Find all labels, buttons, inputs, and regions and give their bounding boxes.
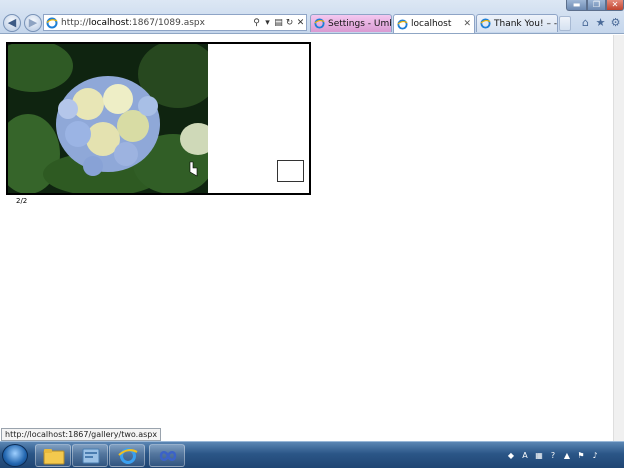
- close-tab-icon[interactable]: ✕: [463, 19, 471, 29]
- stop-icon[interactable]: ✕: [295, 18, 306, 28]
- network-icon[interactable]: ◆: [506, 451, 516, 461]
- ie-page-icon: [480, 18, 491, 29]
- speaker-icon[interactable]: ♪: [590, 451, 600, 461]
- address-bar[interactable]: http://localhost:1867/1089.aspx ⚲ ▾ ▤ ↻ …: [43, 14, 307, 31]
- ie-icon: [118, 448, 138, 464]
- browser-chrome: ▬ ❐ ✕ ◀ ▶ http://localhost:1867/1089.asp…: [0, 0, 624, 34]
- forward-button[interactable]: ▶: [24, 14, 42, 32]
- tab-localhost[interactable]: localhost ✕: [393, 14, 475, 33]
- ie-page-icon: [397, 18, 408, 30]
- taskbar-internet-explorer-button[interactable]: [109, 444, 145, 467]
- keyboard-icon[interactable]: ▦: [534, 451, 544, 461]
- compatibility-view-icon[interactable]: ▤: [273, 18, 284, 28]
- back-button[interactable]: ◀: [3, 14, 21, 32]
- new-tab-button[interactable]: [559, 16, 571, 31]
- page-content: 2/2: [0, 35, 613, 441]
- flag-icon[interactable]: ⚑: [576, 451, 586, 461]
- tab-thank-you[interactable]: Thank You! – -Pik...: [476, 14, 558, 32]
- ie-page-icon: [314, 18, 325, 29]
- taskbar-app-button[interactable]: [149, 444, 185, 467]
- address-url[interactable]: http://localhost:1867/1089.aspx: [61, 18, 251, 28]
- infinity-icon: [159, 451, 177, 461]
- visual-studio-icon: [82, 448, 100, 464]
- favorites-star-icon[interactable]: ★: [594, 16, 607, 29]
- language-icon[interactable]: A: [520, 451, 530, 461]
- minimize-button[interactable]: ▬: [566, 0, 587, 11]
- folder-icon: [43, 449, 65, 465]
- gallery-frame: [6, 42, 311, 195]
- status-link-url: http://localhost:1867/gallery/two.aspx: [1, 428, 162, 441]
- start-button[interactable]: [2, 444, 28, 467]
- hydrangea-photo[interactable]: [8, 44, 208, 193]
- gear-icon[interactable]: ⚙: [609, 16, 622, 29]
- tab-label: localhost: [411, 19, 452, 29]
- taskbar: ◆ A ▦ ? ▲ ⚑ ♪: [0, 441, 624, 468]
- search-icon[interactable]: ⚲: [251, 18, 262, 28]
- taskbar-explorer-button[interactable]: [35, 444, 71, 467]
- refresh-icon[interactable]: ↻: [284, 18, 295, 28]
- tab-settings[interactable]: Settings - Umbra...: [310, 14, 392, 32]
- vertical-scrollbar[interactable]: [613, 35, 624, 441]
- taskbar-visual-studio-button[interactable]: [72, 444, 108, 467]
- arrow-up-icon[interactable]: ▲: [562, 451, 572, 461]
- gallery-thumbnail-box[interactable]: [277, 160, 304, 182]
- system-tray: ◆ A ▦ ? ▲ ⚑ ♪: [506, 447, 622, 465]
- maximize-button[interactable]: ❐: [587, 0, 606, 11]
- help-icon[interactable]: ?: [548, 451, 558, 461]
- chevron-down-icon[interactable]: ▾: [262, 18, 273, 28]
- tab-label: Settings - Umbra...: [328, 18, 391, 29]
- page-counter: 2/2: [16, 197, 28, 205]
- ie-page-icon: [46, 17, 58, 28]
- tab-label: Thank You! – -Pik...: [494, 18, 558, 29]
- home-icon[interactable]: ⌂: [579, 16, 592, 29]
- close-window-button[interactable]: ✕: [606, 0, 624, 11]
